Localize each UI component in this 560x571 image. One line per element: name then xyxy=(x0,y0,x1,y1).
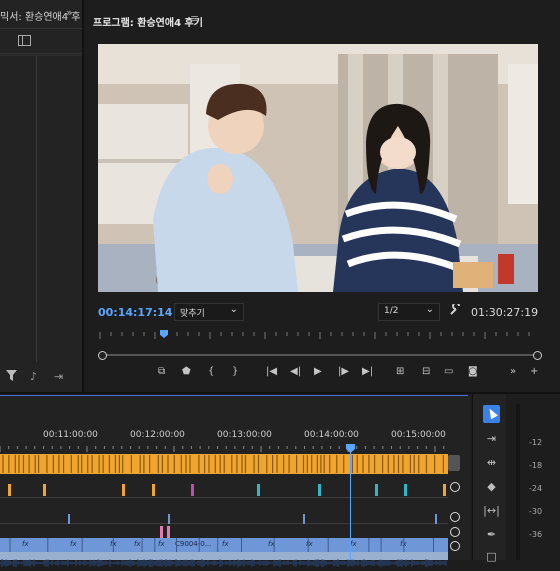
out-point-icon[interactable]: } xyxy=(232,366,238,377)
current-timecode[interactable]: 00:14:17:14 xyxy=(98,306,172,319)
timeline-vertical-scroll[interactable] xyxy=(448,455,460,471)
video-track-3[interactable] xyxy=(0,478,448,498)
clip-marker[interactable] xyxy=(8,484,11,496)
play-icon[interactable]: ▶ xyxy=(314,366,322,377)
audio-waveform xyxy=(0,559,447,567)
expand-panels-icon[interactable]: » xyxy=(66,6,73,19)
clip-marker[interactable] xyxy=(303,514,305,524)
meter-db-label: -18 xyxy=(529,461,543,470)
program-monitor-tab[interactable]: 프로그램: 환승연애4 후기 xyxy=(93,14,203,29)
clip-marker[interactable] xyxy=(191,484,194,496)
audio-waveform-track[interactable] xyxy=(0,552,448,567)
meter-db-label: -12 xyxy=(529,438,543,447)
clip-marker[interactable] xyxy=(318,484,321,496)
video-frame-image xyxy=(98,44,538,292)
resolution-value: 1/2 xyxy=(384,306,399,316)
transport-controls: ⧉ ⬟ { } |◀ ◀| ▶ |▶ ▶| ⊞ ⊟ ▭ ◙ » + xyxy=(150,366,550,382)
scroll-track xyxy=(104,354,534,356)
clip-marker[interactable] xyxy=(160,526,163,538)
step-forward-icon[interactable]: |▶ xyxy=(338,366,349,377)
settings-wrench-icon[interactable] xyxy=(450,302,461,318)
camera-icon[interactable]: ◙ xyxy=(468,366,478,377)
playhead-line xyxy=(350,452,351,560)
marker-icon[interactable]: ⬟ xyxy=(182,366,191,377)
video-track-1-markers[interactable] xyxy=(0,524,448,538)
clip-marker[interactable] xyxy=(443,484,446,496)
clip-marker[interactable] xyxy=(168,514,170,524)
step-back-icon[interactable]: ◀| xyxy=(290,366,301,377)
clip-marker[interactable] xyxy=(257,484,260,496)
monitor-scroll-bar[interactable] xyxy=(98,351,542,360)
divider xyxy=(36,56,37,362)
export-icon[interactable]: ⇥ xyxy=(54,370,63,383)
filter-icon[interactable] xyxy=(6,370,17,384)
zoom-fit-value: 맞추기 xyxy=(180,309,205,319)
go-to-in-icon[interactable]: |◀ xyxy=(266,366,277,377)
ripple-edit-tool-icon[interactable]: ⇹ xyxy=(483,456,500,469)
program-monitor-video[interactable] xyxy=(98,44,538,292)
export-frame-icon[interactable]: ⧉ xyxy=(158,366,165,377)
mixer-bottom-bar: ♪ ⇥ xyxy=(0,362,82,392)
video-track-2[interactable] xyxy=(0,500,448,524)
track-select-tool-icon[interactable]: ⇥ xyxy=(483,432,500,445)
razor-tool-icon[interactable]: ◆ xyxy=(483,480,500,493)
zoom-fit-select[interactable]: 맞추기 ⌄ xyxy=(174,303,244,321)
panel-focus-outline xyxy=(0,395,468,396)
clip-marker[interactable] xyxy=(152,484,155,496)
video-clip-track[interactable]: fx fx fx fx fx C9004-0... fx fx fx fx fx xyxy=(0,538,448,552)
mixer-subbar xyxy=(0,28,82,54)
clip-marker[interactable] xyxy=(435,514,437,524)
panel-toggle-icon[interactable] xyxy=(18,35,31,46)
track-scroll-handle[interactable] xyxy=(450,541,460,551)
slip-tool-icon[interactable]: |↔| xyxy=(483,504,500,517)
meter-db-label: -24 xyxy=(529,484,543,493)
clip-marker[interactable] xyxy=(167,526,170,538)
more-icon[interactable]: » xyxy=(510,366,516,377)
comparison-view-icon[interactable]: ▭ xyxy=(444,366,453,377)
clip-marker[interactable] xyxy=(375,484,378,496)
chevron-down-icon: ⌄ xyxy=(229,304,238,315)
scroll-handle-left[interactable] xyxy=(98,351,107,360)
audio-meter-bar xyxy=(516,404,520,560)
clip-boundaries xyxy=(9,538,434,552)
lift-icon[interactable]: ⊞ xyxy=(396,366,404,377)
audio-icon[interactable]: ♪ xyxy=(30,370,37,383)
add-icon[interactable]: + xyxy=(530,366,538,377)
in-point-icon[interactable]: { xyxy=(208,366,214,377)
track-scroll-handle[interactable] xyxy=(450,527,460,537)
ruler-ticks xyxy=(0,446,445,452)
clip-marker[interactable] xyxy=(404,484,407,496)
audio-mixer-panel xyxy=(0,0,84,392)
rectangle-tool-icon[interactable]: □ xyxy=(483,550,500,563)
sequence-duration: 01:30:27:19 xyxy=(471,306,539,319)
go-to-out-icon[interactable]: ▶| xyxy=(362,366,373,377)
meter-db-label: -30 xyxy=(529,507,543,516)
panel-menu-icon[interactable]: ≡ xyxy=(190,12,199,25)
marker-track[interactable] xyxy=(0,454,448,474)
clip-marker[interactable] xyxy=(68,514,70,524)
clip-marker[interactable] xyxy=(122,484,125,496)
marker-stripes xyxy=(2,455,444,473)
scroll-handle-right[interactable] xyxy=(533,351,542,360)
playback-resolution-select[interactable]: 1/2 ⌄ xyxy=(378,303,440,321)
track-scroll-handle[interactable] xyxy=(450,512,460,522)
timeline-ruler[interactable]: 00:11:00:00 00:12:00:00 00:13:00:00 00:1… xyxy=(0,430,470,452)
pen-tool-icon[interactable]: ✒ xyxy=(483,528,500,541)
clip-marker[interactable] xyxy=(43,484,46,496)
divider xyxy=(0,55,82,56)
extract-icon[interactable]: ⊟ xyxy=(422,366,430,377)
chevron-down-icon: ⌄ xyxy=(425,304,434,315)
selection-tool-icon[interactable] xyxy=(483,405,500,423)
track-scroll-handle[interactable] xyxy=(450,482,460,492)
track-divider xyxy=(0,497,448,498)
meter-db-label: -36 xyxy=(529,530,543,539)
